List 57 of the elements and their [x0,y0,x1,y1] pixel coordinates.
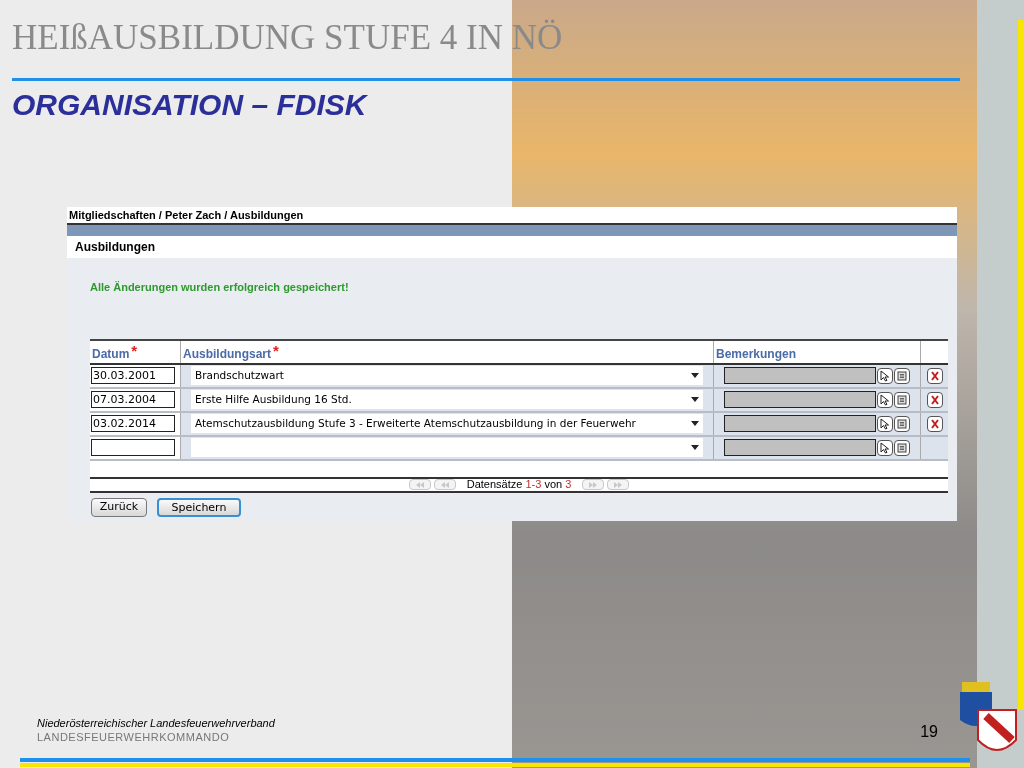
training-type-select[interactable]: Erste Hilfe Ausbildung 16 Std. [191,390,703,409]
required-mark: * [131,344,138,357]
column-label: Bemerkungen [716,345,797,363]
section-title: Ausbildungen [67,236,957,258]
double-left-arrow-icon [414,481,425,488]
delete-button[interactable] [926,367,943,384]
list-button[interactable] [894,415,910,432]
date-field[interactable]: 03.02.2014 [91,415,175,432]
training-type-select[interactable]: Atemschutzausbildung Stufe 3 - Erweiterte Atemschutzausbildung in der Feuerwehr [191,414,703,433]
page-number: 19 [920,722,938,742]
close-icon [930,370,939,381]
caret-icon [691,445,699,450]
remarks-field[interactable] [724,415,876,432]
date-field[interactable]: 30.03.2001 [91,367,175,384]
training-type-select[interactable]: Brandschutzwart [191,366,703,385]
delete-button[interactable] [926,415,943,432]
breadcrumb: Mitgliedschaften / Peter Zach / Ausbildungen [67,207,957,225]
success-message: Alle Änderungen wurden erfolgreich gespeichert! [89,280,350,295]
close-icon [930,394,939,405]
date-field[interactable]: 07.03.2004 [91,391,175,408]
pointer-button[interactable] [877,415,893,432]
command-name: LANDESFEUERWEHRKOMMANDO [37,730,231,744]
double-left-arrow-icon [439,481,450,488]
double-right-arrow-icon [613,481,624,488]
organization-name: Niederösterreichischer Landesfeuerwehrverband [37,717,275,730]
caret-icon [691,421,699,426]
remarks-field[interactable] [724,367,876,384]
list-button[interactable] [894,391,910,408]
pointer-button[interactable] [877,391,893,408]
cursor-icon [880,417,890,430]
caret-icon [691,397,699,402]
form-button[interactable]: Zurück [91,497,147,517]
column-label: Datum [92,345,130,363]
form-button[interactable]: Speichern [157,497,241,517]
slide-subtitle: ORGANISATION – FDISK [12,87,369,123]
pointer-button[interactable] [877,367,893,384]
double-right-arrow-icon [588,481,599,488]
date-field[interactable] [91,439,175,456]
required-mark: * [273,344,279,357]
list-icon [897,394,907,405]
record-count: Datensätze 1-3 von 3 [466,477,572,493]
remarks-field[interactable] [724,391,876,408]
slide-title: HEIßAUSBILDUNG STUFE 4 IN NÖ [12,18,564,58]
cursor-icon [880,441,890,454]
caret-icon [691,373,699,378]
list-icon [897,418,907,429]
list-icon [897,370,907,381]
list-icon [897,442,907,453]
pointer-button[interactable] [877,439,893,456]
cursor-icon [880,369,890,382]
delete-button[interactable] [926,391,943,408]
column-label: Ausbildungsart [183,345,271,363]
remarks-field[interactable] [724,439,876,456]
close-icon [930,418,939,429]
cursor-icon [880,393,890,406]
list-button[interactable] [894,439,910,456]
list-button[interactable] [894,367,910,384]
